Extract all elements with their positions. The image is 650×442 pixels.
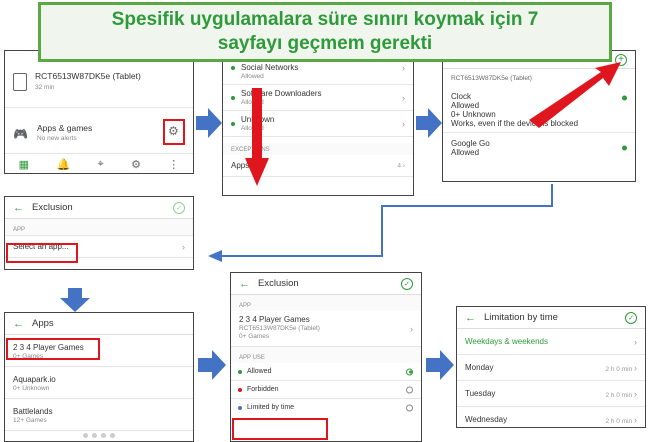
app-section: APP <box>231 295 421 311</box>
back-arrow-icon[interactable]: ← <box>13 318 24 330</box>
exclusion-app-status: Allowed <box>451 148 480 157</box>
back-arrow-icon[interactable]: ← <box>465 312 476 324</box>
bell-icon[interactable]: 🔔 <box>56 158 70 171</box>
radio-allowed[interactable] <box>406 368 413 375</box>
chevron-right-icon: › <box>634 388 637 399</box>
exclusion-item[interactable]: Google Go Allowed <box>443 132 635 163</box>
apps-list-panel: ← Apps 2 3 4 Player Games 0+ Games Aquap… <box>4 312 194 442</box>
chevron-right-icon: › <box>402 92 405 103</box>
limitation-panel: ← Limitation by time ✓ Weekdays & weeken… <box>456 306 646 428</box>
category-name: Social Networks <box>241 63 299 72</box>
selected-app-row[interactable]: 2 3 4 Player Games RCT6513W87DK5e (Table… <box>231 311 421 347</box>
app-list-item[interactable]: Battlelands 12+ Games <box>5 399 193 431</box>
check-icon[interactable]: ✓ <box>625 311 637 324</box>
limitation-title: Limitation by time <box>484 312 558 323</box>
option-limited[interactable]: Limited by time <box>231 399 421 416</box>
option-label: Forbidden <box>247 386 279 393</box>
back-arrow-icon[interactable]: ← <box>239 278 250 290</box>
banner-line1: Spesifik uygulamalara süre sınırı koymak… <box>111 9 539 30</box>
chevron-right-icon: › <box>410 323 413 334</box>
apps-games-sub: No new alerts <box>37 135 77 142</box>
selected-app-category: 0+ Games <box>239 333 270 340</box>
blue-arrow-right <box>198 350 226 380</box>
limited-highlight <box>232 418 328 440</box>
category-status: Allowed <box>241 73 264 80</box>
option-label: Allowed <box>247 368 272 375</box>
app-category: 0+ Unknown <box>13 385 50 392</box>
pagination-dots <box>5 433 193 441</box>
blue-arrow-right <box>196 108 222 138</box>
gear-icon[interactable]: ⚙ <box>168 124 179 138</box>
weekdays-weekends-link[interactable]: Weekdays & weekends › <box>457 329 645 355</box>
exclusion-app-name: Google Go <box>451 139 490 148</box>
weekdays-weekends-label: Weekdays & weekends <box>465 337 549 346</box>
dashboard-icon[interactable]: ▦ <box>19 158 29 171</box>
back-arrow-icon[interactable]: ← <box>13 202 24 214</box>
chevron-right-icon: › <box>402 118 405 129</box>
blue-arrow-down <box>60 288 90 312</box>
blue-arrow-right <box>416 108 442 138</box>
apps-games-row[interactable]: Apps & games No new alerts <box>37 123 92 142</box>
check-icon[interactable]: ✓ <box>401 277 413 290</box>
apps-games-title: Apps & games <box>37 123 93 133</box>
radio-forbidden[interactable] <box>406 386 413 393</box>
app-category: 12+ Games <box>13 417 47 424</box>
app-name: Aquapark.io <box>13 375 56 384</box>
day-row-monday[interactable]: Monday 2 h 0 min › <box>457 355 645 381</box>
exclusion-title: Exclusion <box>32 202 73 213</box>
selected-app-device: RCT6513W87DK5e (Tablet) <box>239 325 320 332</box>
app-list-item[interactable]: Aquapark.io 0+ Unknown <box>5 367 193 399</box>
app-name: Battlelands <box>13 407 53 416</box>
tablet-icon <box>13 73 27 91</box>
option-forbidden[interactable]: Forbidden <box>231 381 421 399</box>
chevron-right-icon: › <box>634 336 637 347</box>
title-banner: Spesifik uygulamalara süre sınırı koymak… <box>38 2 612 62</box>
selected-app-name: 2 3 4 Player Games <box>239 315 310 324</box>
day-value: 2 h 0 min <box>605 365 633 373</box>
gamepad-icon: 🎮 <box>13 127 28 141</box>
banner-line2: sayfayı geçmem gerekti <box>217 33 433 54</box>
option-allowed[interactable]: Allowed <box>231 363 421 381</box>
device-time: 32 min <box>35 84 55 91</box>
bottom-nav: ▦ 🔔 ⌖ ⚙ ⋮ <box>5 153 193 173</box>
app-highlight <box>6 338 100 360</box>
app-section: APP <box>5 219 193 235</box>
settings-icon[interactable]: ⚙ <box>131 158 141 171</box>
check-icon[interactable]: ✓ <box>173 201 185 214</box>
chevron-right-icon: › <box>182 241 185 252</box>
select-app-highlight <box>6 243 78 263</box>
app-use-section: APP USE <box>231 347 421 363</box>
blue-arrow-right <box>426 350 454 380</box>
day-value: 2 h 0 min <box>605 391 633 399</box>
device-name: RCT6513W87DK5e (Tablet) <box>35 71 141 81</box>
location-icon[interactable]: ⌖ <box>98 158 104 171</box>
day-row-tuesday[interactable]: Tuesday 2 h 0 min › <box>457 381 645 407</box>
red-arrow-diagonal <box>529 62 621 128</box>
red-arrow-down <box>245 88 269 186</box>
radio-limited[interactable] <box>406 404 413 411</box>
chevron-right-icon: › <box>634 362 637 373</box>
day-value: 2 h 0 min <box>605 417 633 425</box>
app-use-panel: ← Exclusion ✓ APP 2 3 4 Player Games RCT… <box>230 272 422 442</box>
chevron-right-icon: › <box>634 414 637 425</box>
option-label: Limited by time <box>247 404 295 411</box>
more-icon[interactable]: ⋮ <box>168 158 179 171</box>
device-panel: RCT6513W87DK5e (Tablet) 32 min 🎮 Apps & … <box>4 50 194 174</box>
exclusion-title: Exclusion <box>258 278 299 289</box>
chevron-right-icon: › <box>402 62 405 73</box>
apps-count: 4 › <box>397 162 405 169</box>
day-row-wednesday[interactable]: Wednesday 2 h 0 min › <box>457 407 645 427</box>
apps-title: Apps <box>32 318 54 329</box>
blue-connector <box>208 184 553 262</box>
